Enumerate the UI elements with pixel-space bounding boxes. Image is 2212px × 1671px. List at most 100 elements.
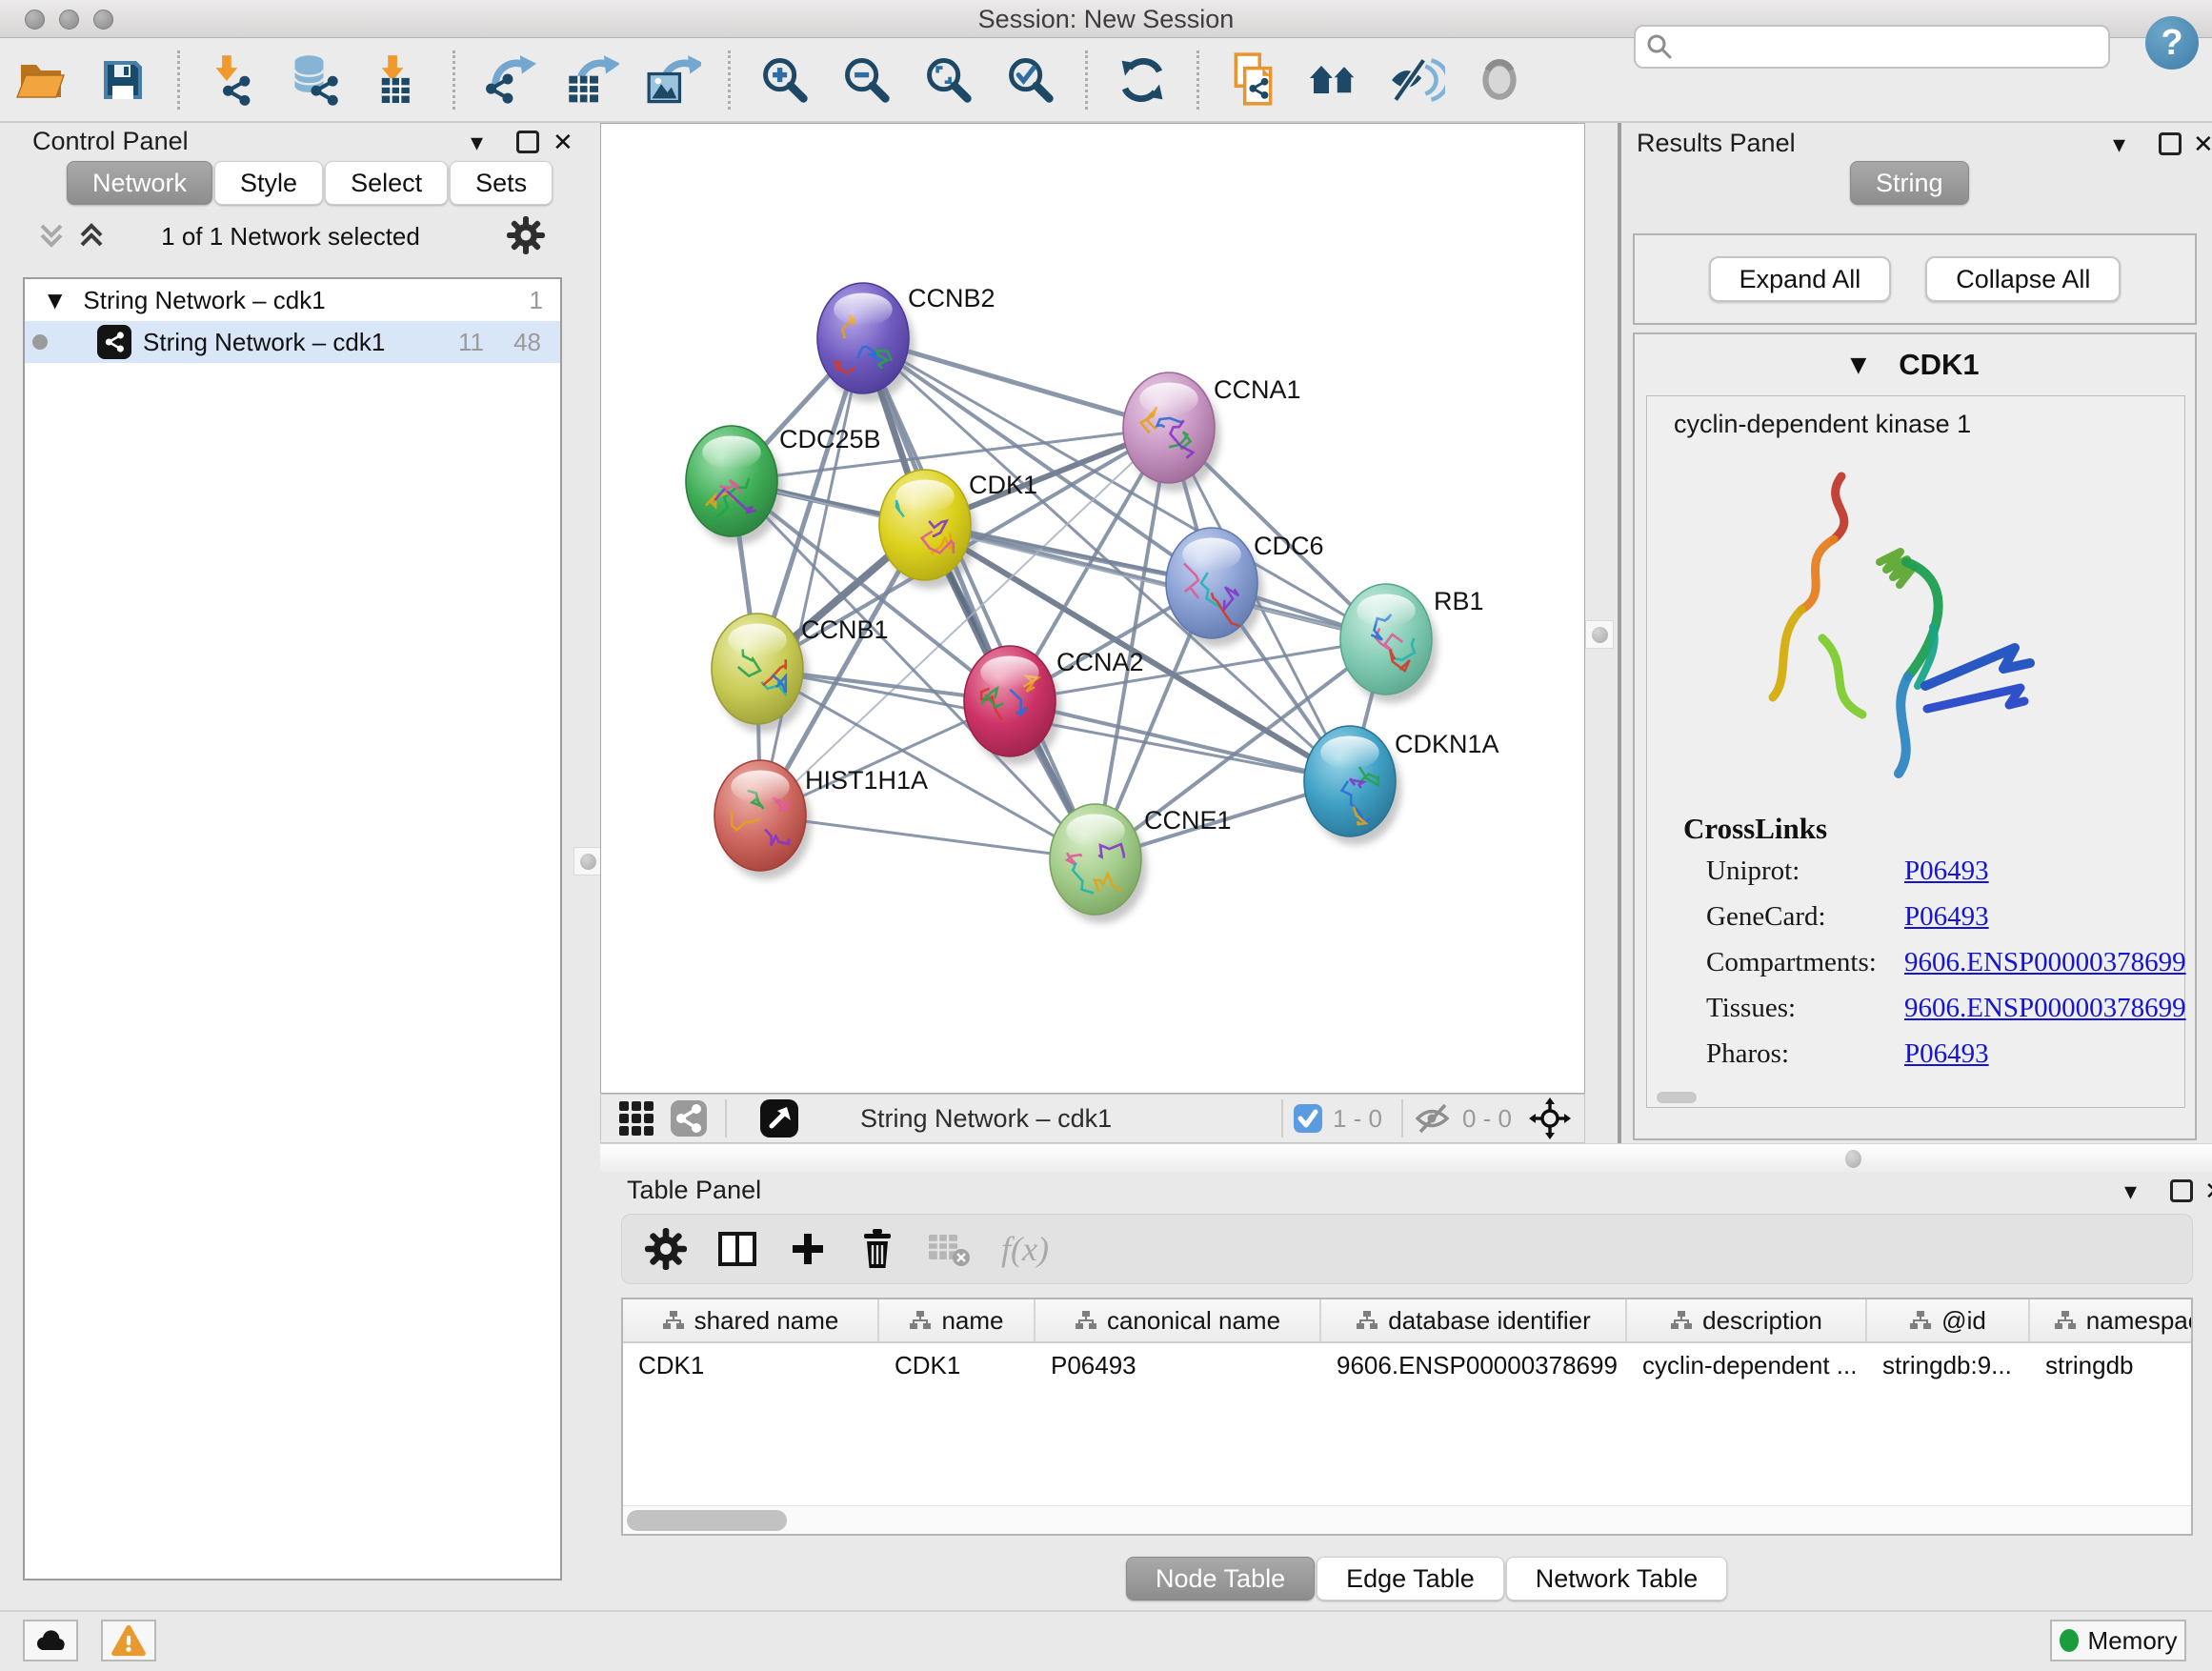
- export-network-button[interactable]: [480, 49, 539, 111]
- node-CCNE1[interactable]: [1050, 804, 1141, 915]
- edge-HIST1H1A-CCNE1[interactable]: [760, 815, 1096, 859]
- table-cell[interactable]: CDK1: [879, 1345, 1036, 1385]
- node-CDKN1A[interactable]: [1304, 726, 1396, 836]
- tab-string[interactable]: String: [1850, 161, 1969, 205]
- annotation-mode-button[interactable]: [759, 1097, 799, 1139]
- import-network-button[interactable]: [205, 49, 264, 111]
- show-columns-button[interactable]: [715, 1222, 759, 1276]
- node-CDK1[interactable]: [879, 470, 971, 580]
- collapse-all-button[interactable]: Collapse All: [1925, 256, 2121, 302]
- node-RB1[interactable]: [1340, 584, 1432, 695]
- delete-column-button[interactable]: [856, 1222, 898, 1276]
- column-header-canonical-name[interactable]: canonical name: [1036, 1299, 1321, 1341]
- cloud-button[interactable]: [23, 1620, 78, 1661]
- import-database-button[interactable]: [287, 49, 346, 111]
- tab-select[interactable]: Select: [325, 161, 448, 205]
- string-protein-query-button[interactable]: [1306, 49, 1365, 111]
- node-CCNB2[interactable]: [817, 283, 909, 393]
- export-image-button[interactable]: [644, 49, 703, 111]
- crosslink-link[interactable]: P06493: [1904, 1038, 1989, 1070]
- zoom-in-button[interactable]: [755, 49, 814, 111]
- left-splitter-handle[interactable]: [573, 847, 602, 876]
- view-share-button[interactable]: [670, 1097, 708, 1139]
- table-cell[interactable]: stringdb:9...: [1867, 1345, 2030, 1385]
- node-CCNB1[interactable]: [712, 614, 803, 724]
- save-session-button[interactable]: [93, 49, 152, 111]
- table-panel-menu-icon[interactable]: ▾: [2124, 1178, 2137, 1206]
- collection-expander-icon[interactable]: ▼: [48, 289, 62, 312]
- edge-CCNB2-HIST1H1A[interactable]: [760, 338, 863, 815]
- node-HIST1H1A[interactable]: [714, 760, 806, 871]
- crosslink-link[interactable]: P06493: [1904, 901, 1989, 933]
- edge-CCNA2-CDKN1A[interactable]: [1010, 701, 1350, 781]
- column-header-description[interactable]: description: [1627, 1299, 1867, 1341]
- results-panel-close-icon[interactable]: ✕: [2193, 131, 2212, 159]
- zoom-fit-button[interactable]: [919, 49, 978, 111]
- search-input[interactable]: [1683, 28, 2108, 66]
- crosslink-link[interactable]: P06493: [1904, 856, 1989, 887]
- table-options-gear-icon[interactable]: [645, 1222, 687, 1276]
- crosslink-link[interactable]: 9606.ENSP00000378699: [1904, 947, 2186, 978]
- column-header-database-identifier[interactable]: database identifier: [1321, 1299, 1627, 1341]
- table-panel-float-icon[interactable]: [2170, 1179, 2193, 1202]
- control-panel-close-icon[interactable]: ✕: [553, 129, 573, 157]
- column-header-namespace[interactable]: namespace: [2030, 1299, 2193, 1341]
- table-cell[interactable]: CDK1: [623, 1345, 879, 1385]
- tab-style[interactable]: Style: [214, 161, 323, 205]
- table-cell[interactable]: 9606.ENSP00000378699: [1321, 1345, 1627, 1385]
- table-row[interactable]: CDK1CDK1P064939606.ENSP00000378699cyclin…: [623, 1345, 2193, 1385]
- gene-expander-icon[interactable]: ▼: [1850, 353, 1866, 377]
- network-options-gear-icon[interactable]: [507, 216, 545, 254]
- fit-selected-crosshair-button[interactable]: [1529, 1097, 1571, 1139]
- node-CCNA2[interactable]: [964, 646, 1056, 756]
- zoom-selected-button[interactable]: [1001, 49, 1060, 111]
- hide-enhanced-graphics-button[interactable]: [1388, 49, 1447, 111]
- export-table-button[interactable]: [562, 49, 621, 111]
- right-splitter-handle[interactable]: [1585, 620, 1614, 649]
- warnings-button[interactable]: [101, 1620, 156, 1661]
- table-cell[interactable]: stringdb: [2030, 1345, 2193, 1385]
- selected-checkbox-icon[interactable]: [1293, 1103, 1323, 1134]
- help-button[interactable]: ?: [2145, 16, 2199, 70]
- collection-row[interactable]: ▼ String Network – cdk1 1: [25, 279, 560, 321]
- tab-network[interactable]: Network: [67, 161, 212, 205]
- tab-edge-table[interactable]: Edge Table: [1317, 1557, 1504, 1601]
- import-table-button[interactable]: [369, 49, 428, 111]
- network-canvas[interactable]: CCNB2CCNA1CDC25BCDK1CDC6RB1CCNB1CCNA2CDK…: [600, 123, 1585, 1094]
- horizontal-splitter[interactable]: [600, 1143, 2212, 1172]
- copy-network-button[interactable]: [1224, 49, 1283, 111]
- control-panel-menu-icon[interactable]: ▾: [471, 129, 483, 157]
- expand-all-button[interactable]: Expand All: [1709, 256, 1892, 302]
- open-session-button[interactable]: [11, 49, 70, 111]
- table-hscrollbar[interactable]: [623, 1505, 2191, 1534]
- zoom-out-button[interactable]: [837, 49, 896, 111]
- network-row[interactable]: String Network – cdk1 11 48: [25, 321, 560, 363]
- edge-CCNB2-CCNA1[interactable]: [863, 338, 1169, 428]
- table-panel-close-icon[interactable]: ✕: [2204, 1178, 2212, 1206]
- table-cell[interactable]: cyclin-dependent ...: [1627, 1345, 1867, 1385]
- results-panel-float-icon[interactable]: [2159, 132, 2182, 155]
- node-CDC25B[interactable]: [686, 426, 777, 536]
- memory-button[interactable]: Memory: [2050, 1620, 2186, 1661]
- control-panel-float-icon[interactable]: [516, 131, 539, 153]
- crosslinks-scrollbar-thumb[interactable]: [1657, 1092, 1697, 1103]
- view-grid-button[interactable]: [618, 1097, 654, 1139]
- column-header-shared-name[interactable]: shared name: [623, 1299, 879, 1341]
- refresh-button[interactable]: [1113, 49, 1172, 111]
- hidden-eye-slash-icon[interactable]: [1413, 1101, 1453, 1136]
- node-CDC6[interactable]: [1166, 528, 1257, 638]
- tab-network-table[interactable]: Network Table: [1506, 1557, 1728, 1601]
- expand-all-networks-icon[interactable]: [76, 220, 107, 252]
- table-cell[interactable]: P06493: [1036, 1345, 1321, 1385]
- results-panel-menu-icon[interactable]: ▾: [2113, 131, 2125, 159]
- column-header-name[interactable]: name: [879, 1299, 1036, 1341]
- column-header-id[interactable]: @id: [1867, 1299, 2030, 1341]
- tab-node-table[interactable]: Node Table: [1126, 1557, 1315, 1601]
- node-CCNA1[interactable]: [1123, 372, 1215, 483]
- crosslink-link[interactable]: 9606.ENSP00000378699: [1904, 993, 2186, 1024]
- add-column-button[interactable]: [788, 1222, 828, 1276]
- tab-sets[interactable]: Sets: [450, 161, 553, 205]
- collapse-all-networks-icon[interactable]: [36, 220, 67, 252]
- show-graphics-button[interactable]: [1470, 49, 1529, 111]
- table-hscrollbar-thumb[interactable]: [627, 1510, 787, 1531]
